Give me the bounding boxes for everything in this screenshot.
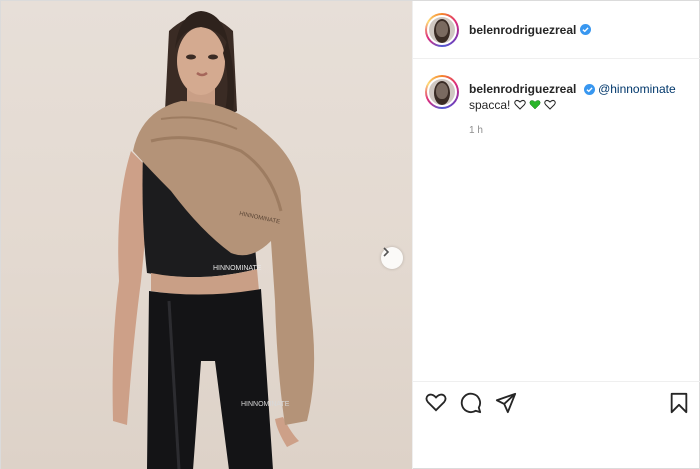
avatar[interactable]	[425, 12, 459, 47]
next-photo-button[interactable]	[381, 247, 403, 269]
white-heart-icon	[544, 99, 557, 110]
comment-body: belenrodriguezreal @hinnominate spacca!	[469, 75, 676, 139]
post-photo[interactable]: HINNOMINATE HINNOMINATE HINNOMINATE	[1, 1, 412, 469]
leggings-brand-text: HINNOMINATE	[241, 401, 290, 408]
action-bar	[413, 381, 700, 425]
white-heart-icon	[513, 99, 526, 110]
comment-avatar[interactable]	[425, 75, 459, 109]
verified-icon	[580, 24, 592, 35]
post-header: belenrodriguezreal	[413, 1, 700, 59]
post-side-panel: belenrodriguezreal belenrodriguezreal @h…	[412, 1, 700, 469]
bookmark-icon[interactable]	[669, 392, 689, 414]
instagram-post: HINNOMINATE HINNOMINATE HINNOMINATE bele…	[0, 0, 700, 469]
header-username[interactable]: belenrodriguezreal	[469, 23, 576, 37]
green-heart-icon	[529, 100, 541, 110]
top-brand-text: HINNOMINATE	[213, 265, 262, 272]
comment-username[interactable]: belenrodriguezreal	[469, 82, 576, 96]
heart-icon[interactable]	[425, 392, 447, 412]
mention-link[interactable]: @hinnominate	[598, 82, 676, 96]
share-icon[interactable]	[495, 392, 517, 414]
comment-icon[interactable]	[460, 392, 482, 414]
verified-icon	[583, 84, 595, 95]
caption-comment: belenrodriguezreal @hinnominate spacca!	[425, 75, 695, 139]
model-illustration: HINNOMINATE HINNOMINATE HINNOMINATE	[112, 11, 315, 469]
chevron-right-icon	[383, 247, 390, 257]
comment-text: spacca!	[469, 98, 511, 112]
comment-time: 1 h	[469, 125, 483, 136]
